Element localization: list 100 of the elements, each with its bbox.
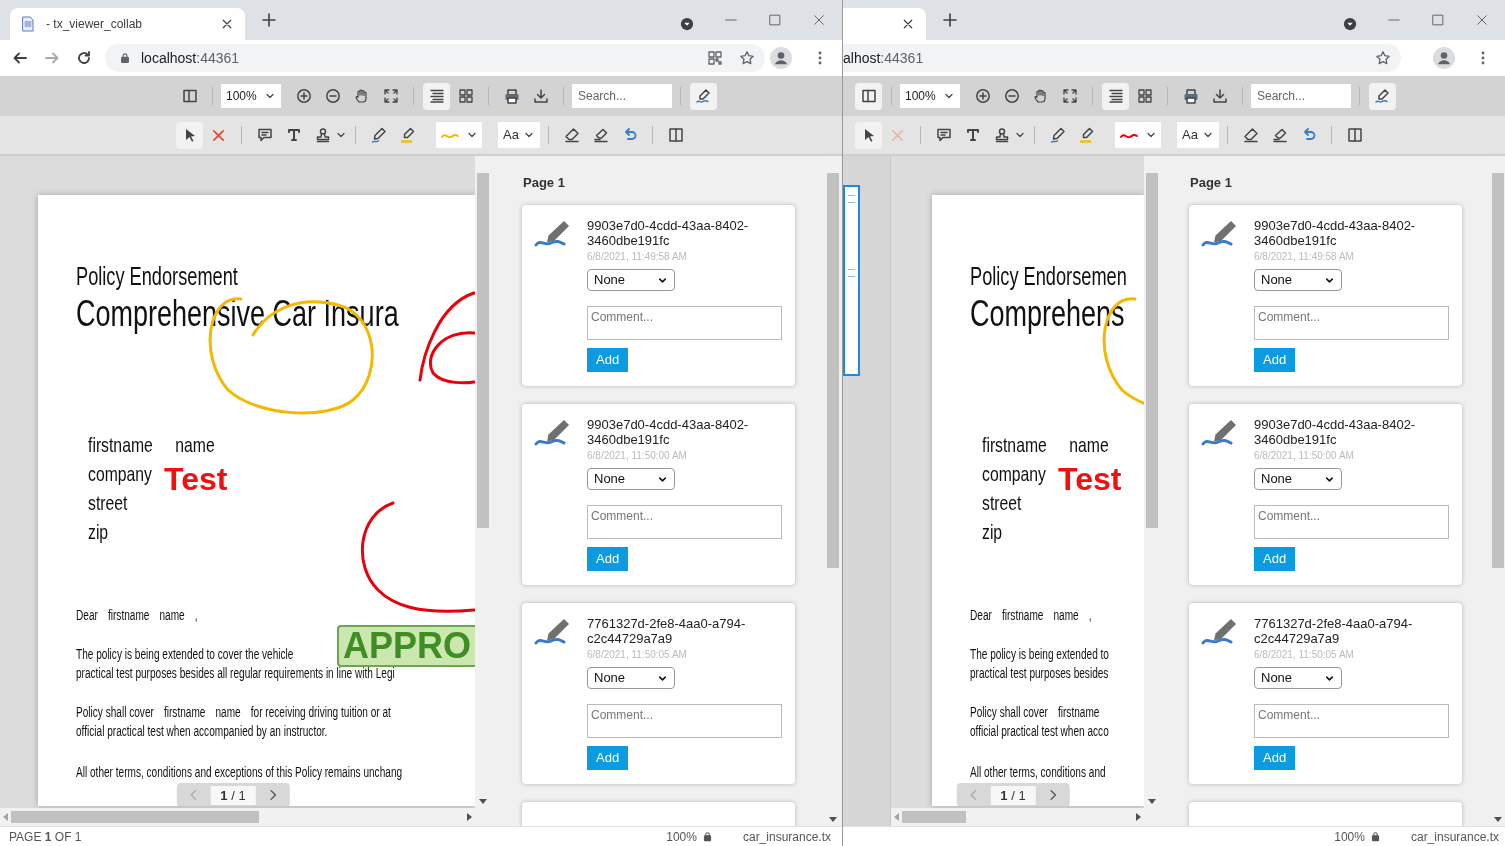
delete-icon[interactable] xyxy=(211,127,226,143)
stamp-icon[interactable] xyxy=(314,127,331,143)
scroll-right-icon[interactable] xyxy=(467,813,472,821)
scrollbar-thumb[interactable] xyxy=(11,811,259,823)
avatar-icon[interactable] xyxy=(770,47,792,69)
fit-page-icon[interactable] xyxy=(382,88,399,104)
comment-field[interactable]: Comment... xyxy=(1254,306,1449,340)
new-tab-icon[interactable] xyxy=(942,12,958,28)
single-page-button[interactable] xyxy=(423,82,450,110)
print-icon[interactable] xyxy=(1182,88,1199,104)
avatar-icon[interactable] xyxy=(1433,47,1455,69)
zoom-select[interactable]: 100% xyxy=(221,84,281,108)
hand-icon[interactable] xyxy=(1032,88,1049,104)
dropdown-icon[interactable] xyxy=(680,17,694,31)
annotation-date: 6/8/2021, 11:50:00 AM xyxy=(1254,450,1354,462)
pointer-button[interactable] xyxy=(855,121,882,149)
panel-icon[interactable] xyxy=(1346,127,1363,143)
clear-annotations-icon[interactable] xyxy=(1271,127,1288,143)
document-text: Dear xyxy=(76,606,98,625)
status-select[interactable]: None xyxy=(587,269,675,291)
maximize-icon[interactable] xyxy=(768,13,782,27)
text-icon[interactable] xyxy=(964,127,981,143)
vertical-scrollbar[interactable] xyxy=(475,156,490,808)
zoom-in-icon[interactable] xyxy=(974,88,991,104)
pen-icon[interactable] xyxy=(370,127,387,143)
close-icon[interactable] xyxy=(812,13,826,27)
back-icon[interactable] xyxy=(12,50,28,66)
scrollbar-thumb[interactable] xyxy=(1491,173,1504,568)
close-icon[interactable] xyxy=(221,18,233,30)
vertical-scrollbar[interactable] xyxy=(1144,156,1159,808)
font-select[interactable]: Aa xyxy=(498,122,540,148)
close-icon[interactable] xyxy=(902,18,914,30)
comment-field[interactable]: Comment... xyxy=(1254,505,1449,539)
fit-page-icon[interactable] xyxy=(1061,88,1078,104)
status-select[interactable]: None xyxy=(1254,269,1342,291)
comment-icon[interactable] xyxy=(935,127,952,143)
lock-icon xyxy=(119,52,131,64)
browser-tab[interactable]: - tx_viewer_collab xyxy=(10,8,245,40)
qr-code-icon[interactable] xyxy=(707,50,723,66)
eraser-icon[interactable] xyxy=(563,127,580,143)
signature-button[interactable] xyxy=(690,82,717,110)
comment-field[interactable]: Comment... xyxy=(1254,704,1449,738)
scroll-down-icon[interactable] xyxy=(1493,817,1502,822)
bookmark-star-icon[interactable] xyxy=(739,50,755,66)
scrollbar-thumb[interactable] xyxy=(826,173,839,568)
status-select[interactable]: None xyxy=(1254,468,1342,490)
close-icon[interactable] xyxy=(1475,13,1489,27)
horizontal-scrollbar[interactable] xyxy=(0,808,490,826)
scrollbar-thumb[interactable] xyxy=(476,173,489,528)
eraser-icon[interactable] xyxy=(1242,127,1259,143)
hand-icon[interactable] xyxy=(353,88,370,104)
status-select[interactable]: None xyxy=(587,667,675,689)
stroke-color-select[interactable] xyxy=(436,122,482,148)
comment-field[interactable]: Comment... xyxy=(587,704,782,738)
single-page-button[interactable] xyxy=(1102,82,1129,110)
document-text: Policy shall cover xyxy=(970,703,1048,722)
stroke-color-select[interactable] xyxy=(1115,122,1161,148)
pointer-button[interactable] xyxy=(176,121,203,149)
font-select[interactable]: Aa xyxy=(1177,122,1219,148)
search-field[interactable]: Search... xyxy=(1251,84,1351,108)
search-field[interactable]: Search... xyxy=(572,84,672,108)
scroll-down-icon[interactable] xyxy=(1147,799,1156,804)
sidebar-icon[interactable] xyxy=(181,88,198,104)
scroll-down-icon[interactable] xyxy=(478,799,487,804)
zoom-in-icon[interactable] xyxy=(295,88,312,104)
scroll-right-icon[interactable] xyxy=(1136,813,1141,821)
zoom-out-icon[interactable] xyxy=(1003,88,1020,104)
highlighter-icon[interactable] xyxy=(1078,127,1095,143)
grid-icon[interactable] xyxy=(457,88,474,104)
status-select[interactable]: None xyxy=(1254,667,1342,689)
signature-button[interactable] xyxy=(1369,82,1396,110)
grid-icon[interactable] xyxy=(1136,88,1153,104)
new-tab-icon[interactable] xyxy=(261,12,277,28)
zoom-out-icon[interactable] xyxy=(324,88,341,104)
comment-icon[interactable] xyxy=(256,127,273,143)
scroll-down-icon[interactable] xyxy=(828,817,837,822)
text-icon[interactable] xyxy=(285,127,302,143)
address-bar[interactable]: alhost:44361 xyxy=(843,44,1401,72)
comment-field[interactable]: Comment... xyxy=(587,306,782,340)
horizontal-scrollbar[interactable] xyxy=(891,808,1159,826)
zoom-select[interactable]: 100% xyxy=(900,84,960,108)
page-thumbnail[interactable] xyxy=(843,185,860,376)
download-icon[interactable] xyxy=(532,88,549,104)
reload-icon[interactable] xyxy=(76,50,92,66)
dropdown-icon[interactable] xyxy=(1343,17,1357,31)
scrollbar-thumb[interactable] xyxy=(1145,173,1158,528)
maximize-icon[interactable] xyxy=(1431,13,1445,27)
bookmark-star-icon[interactable] xyxy=(1375,50,1391,66)
download-icon[interactable] xyxy=(1211,88,1228,104)
clear-annotations-icon[interactable] xyxy=(592,127,609,143)
panel-icon[interactable] xyxy=(667,127,684,143)
highlighter-icon[interactable] xyxy=(399,127,416,143)
status-select[interactable]: None xyxy=(587,468,675,490)
pen-icon[interactable] xyxy=(1049,127,1066,143)
scrollbar-thumb[interactable] xyxy=(902,811,966,823)
sidebar-button[interactable] xyxy=(855,82,882,110)
print-icon[interactable] xyxy=(503,88,520,104)
stamp-icon[interactable] xyxy=(993,127,1010,143)
address-bar[interactable]: localhost:44361 xyxy=(105,44,765,72)
comment-field[interactable]: Comment... xyxy=(587,505,782,539)
